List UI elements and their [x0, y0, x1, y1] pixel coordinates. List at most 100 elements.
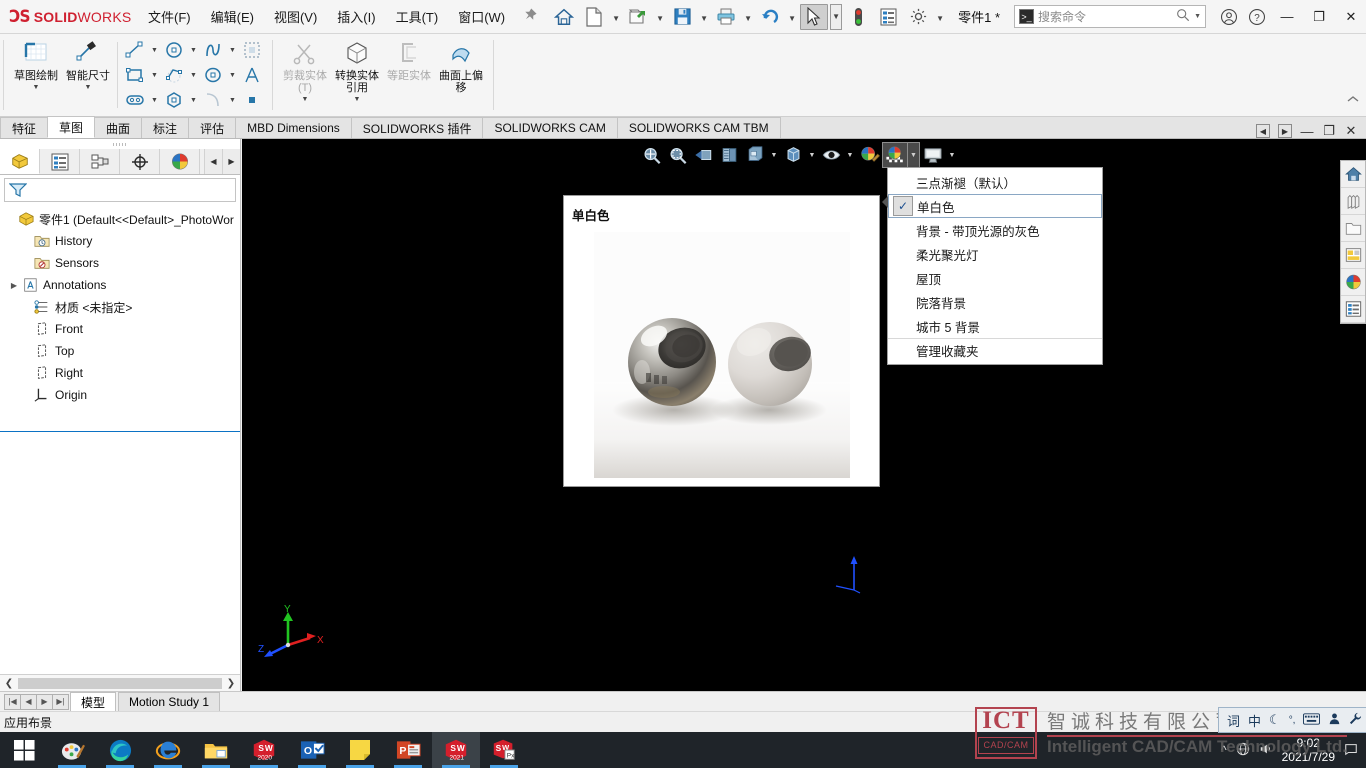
doc-tab-motion-study[interactable]: Motion Study 1 — [118, 692, 221, 711]
file-properties-button[interactable] — [874, 4, 902, 30]
search-dropdown-icon[interactable]: ▼ — [1194, 13, 1201, 20]
edit-appearance-button[interactable] — [856, 142, 882, 168]
scene-menu-item-courtyard-background[interactable]: ✓ 院落背景 — [888, 290, 1102, 314]
taskbar-file-explorer[interactable] — [192, 732, 240, 768]
menu-view[interactable]: 视图(V) — [264, 3, 327, 30]
scene-menu-item-plain-white[interactable]: ✓ 单白色 — [888, 194, 1102, 218]
last-tab-button[interactable]: ▶| — [52, 693, 69, 710]
user-account-button[interactable] — [1216, 4, 1242, 30]
doc-close-button[interactable]: ✕ — [1344, 123, 1358, 138]
options-dropdown[interactable]: ▼ — [934, 4, 946, 30]
tree-horizontal-scrollbar[interactable]: ❮ ❯ — [0, 674, 240, 691]
windows-start-icon[interactable] — [0, 732, 48, 768]
slot-button[interactable] — [121, 88, 149, 112]
slot-dropdown-icon[interactable]: ▼ — [149, 88, 160, 112]
spline-button[interactable] — [199, 38, 227, 62]
task-pane-appearances-scenes-button[interactable] — [1341, 269, 1365, 296]
trim-dropdown-icon[interactable]: ▼ — [302, 96, 309, 103]
scroll-right-button[interactable]: ❯ — [224, 678, 238, 689]
ime-logo-icon[interactable]: 词 — [1227, 711, 1240, 730]
dimxpert-manager-tab[interactable] — [120, 149, 160, 174]
tray-volume-icon[interactable] — [1259, 742, 1273, 759]
tray-show-hidden-icon[interactable]: ^ — [1221, 743, 1227, 757]
property-manager-tab[interactable] — [40, 149, 80, 174]
doc-restore-button[interactable]: ❐ — [1322, 123, 1336, 138]
taskbar-edge[interactable] — [96, 732, 144, 768]
arc-slot-button[interactable] — [160, 63, 188, 87]
tab-solidworks-addins[interactable]: SOLIDWORKS 插件 — [350, 117, 484, 138]
undo-dropdown[interactable]: ▼ — [786, 4, 798, 30]
tree-item-front-plane[interactable]: Front — [4, 318, 240, 340]
menu-tools[interactable]: 工具(T) — [386, 3, 449, 30]
tree-item-top-plane[interactable]: Top — [4, 340, 240, 362]
view-settings-dropdown-icon[interactable]: ▼ — [946, 142, 958, 168]
task-pane-view-palette-button[interactable] — [1341, 242, 1365, 269]
taskbar-solidworks-explorer[interactable]: S W Px — [480, 732, 528, 768]
trim-entities-button[interactable]: 剪裁实体(T) ▼ — [279, 36, 331, 103]
tree-filter-box[interactable] — [4, 178, 236, 202]
polygon-dropdown-icon[interactable]: ▼ — [188, 88, 199, 112]
scene-menu-item-soft-spotlight[interactable]: ✓ 柔光聚光灯 — [888, 242, 1102, 266]
rectangle-dropdown-icon[interactable]: ▼ — [149, 63, 160, 87]
options-button[interactable] — [904, 4, 932, 30]
sketch-button[interactable]: 草图绘制 ▼ — [10, 36, 62, 91]
tab-features[interactable]: 特征 — [0, 117, 49, 138]
menu-file[interactable]: 文件(F) — [138, 3, 201, 30]
previous-view-button[interactable] — [690, 142, 716, 168]
restore-button[interactable]: ❐ — [1304, 4, 1334, 30]
tree-item-history[interactable]: History — [4, 230, 240, 252]
line-dropdown-icon[interactable]: ▼ — [149, 38, 160, 62]
menu-edit[interactable]: 编辑(E) — [201, 3, 264, 30]
display-style-button[interactable] — [780, 142, 806, 168]
offset-entities-button[interactable]: 等距实体 — [383, 36, 435, 82]
menu-insert[interactable]: 插入(I) — [327, 3, 385, 30]
prev-tab-button[interactable]: ◀ — [20, 693, 37, 710]
rectangle-button[interactable] — [121, 63, 149, 87]
zoom-to-area-button[interactable] — [664, 142, 690, 168]
smart-dimension-button[interactable]: 智能尺寸 ▼ — [62, 36, 114, 91]
circle-button[interactable] — [160, 38, 188, 62]
open-document-button[interactable] — [624, 4, 652, 30]
zoom-to-fit-button[interactable] — [638, 142, 664, 168]
scene-menu-item-urban-5-background[interactable]: ✓ 城市 5 背景 — [888, 314, 1102, 338]
view-orientation-button[interactable] — [742, 142, 768, 168]
search-input[interactable]: 搜索命令 — [1038, 8, 1172, 25]
configuration-manager-tab[interactable] — [80, 149, 120, 174]
ime-user-icon[interactable] — [1328, 712, 1341, 728]
view-orientation-dropdown-icon[interactable]: ▼ — [768, 142, 780, 168]
scroll-left-button[interactable]: ❮ — [2, 678, 16, 689]
display-manager-tab[interactable] — [160, 149, 200, 174]
menu-window[interactable]: 窗口(W) — [448, 3, 515, 30]
tab-solidworks-cam[interactable]: SOLIDWORKS CAM — [482, 117, 618, 138]
ime-tools-icon[interactable] — [1349, 712, 1362, 728]
tree-item-material[interactable]: 材质 <未指定> — [4, 296, 240, 318]
save-button[interactable] — [668, 4, 696, 30]
ellipse-button[interactable] — [199, 63, 227, 87]
tree-item-annotations[interactable]: ▶ Annotations — [4, 274, 240, 296]
restore-pane-right-icon[interactable]: ▶ — [1278, 124, 1292, 138]
convert-entities-button[interactable]: 转换实体引用 ▼ — [331, 36, 383, 103]
taskbar-solidworks-2020[interactable]: S W 2020 — [240, 732, 288, 768]
collapse-ribbon-button[interactable] — [1346, 94, 1360, 107]
print-dropdown[interactable]: ▼ — [742, 4, 754, 30]
panel-tab-next-button[interactable]: ▶ — [222, 149, 240, 174]
sketch-fillet-button[interactable] — [199, 88, 227, 112]
hide-show-items-button[interactable] — [818, 142, 844, 168]
task-pane-design-library-button[interactable] — [1341, 188, 1365, 215]
scene-menu-item-rooftop[interactable]: ✓ 屋顶 — [888, 266, 1102, 290]
view-settings-button[interactable] — [920, 142, 946, 168]
ime-keyboard-icon[interactable] — [1303, 712, 1321, 728]
taskbar-solidworks-2021[interactable]: S W 2021 — [432, 732, 480, 768]
taskbar-internet-explorer[interactable] — [144, 732, 192, 768]
panel-tab-prev-button[interactable]: ◀ — [204, 149, 222, 174]
tree-item-part[interactable]: 零件1 (Default<<Default>_PhotoWor — [4, 208, 240, 230]
new-document-button[interactable] — [580, 4, 608, 30]
tab-annotation[interactable]: 标注 — [141, 117, 190, 138]
task-pane-file-explorer-button[interactable] — [1341, 215, 1365, 242]
smart-dimension-dropdown-icon[interactable]: ▼ — [85, 84, 92, 91]
grip-handle[interactable] — [113, 143, 127, 146]
tree-item-origin[interactable]: Origin — [4, 384, 240, 406]
rebuild-button[interactable] — [844, 4, 872, 30]
fillet-dropdown-icon[interactable]: ▼ — [227, 88, 238, 112]
ime-moon-icon[interactable]: ☾ — [1269, 712, 1281, 728]
